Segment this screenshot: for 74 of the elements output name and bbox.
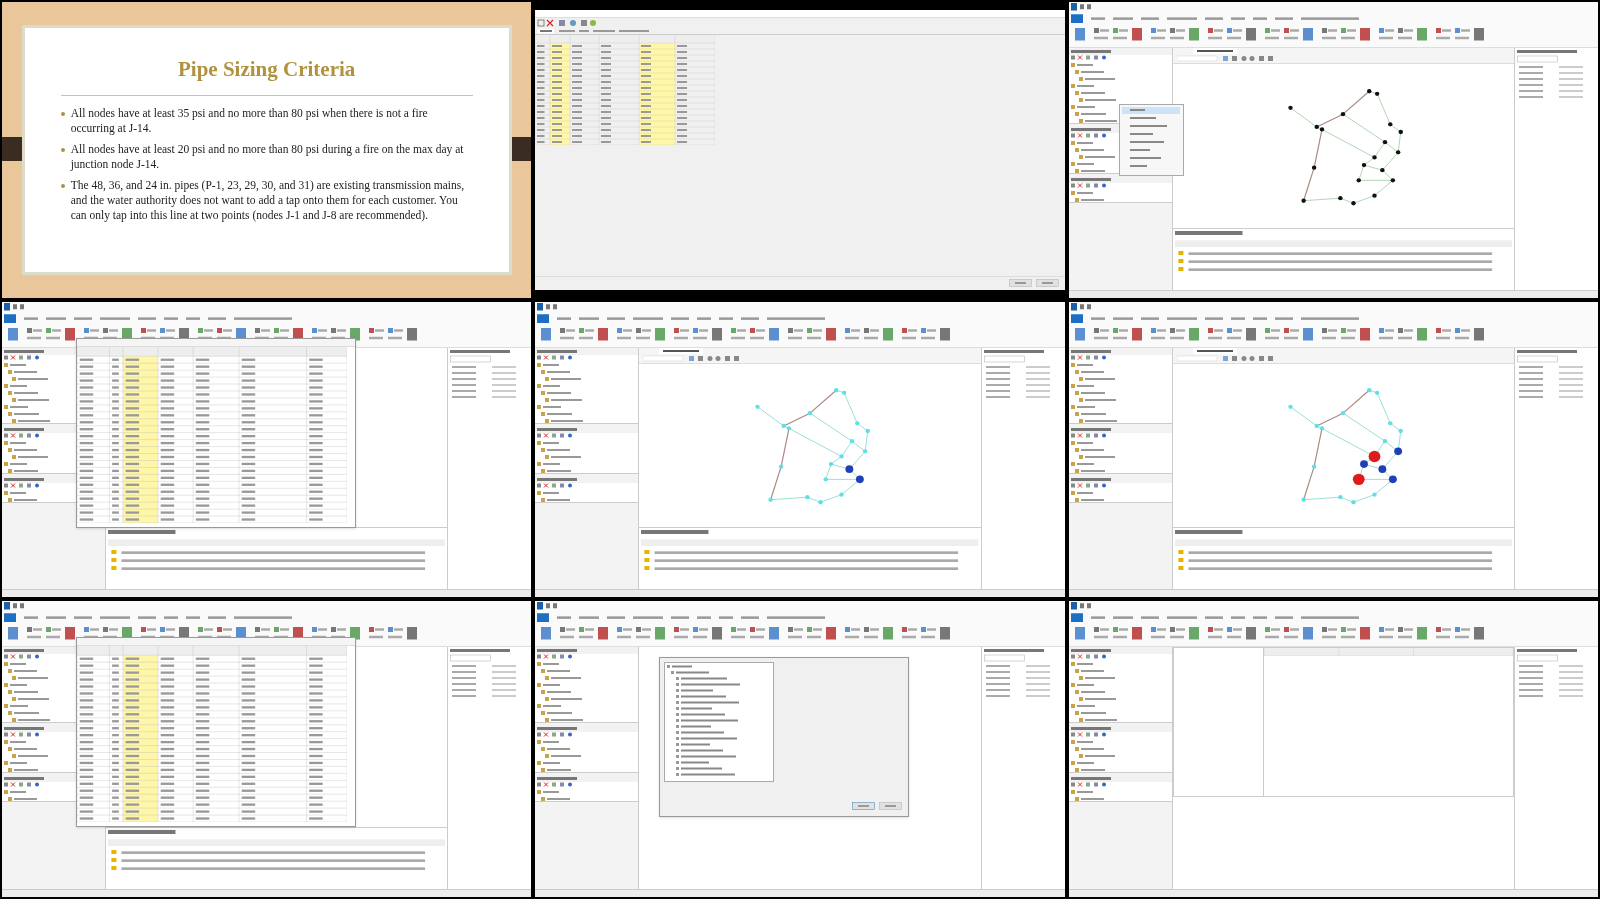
tree-drawing bbox=[537, 790, 571, 802]
toolbar-icons-drawing bbox=[537, 19, 598, 27]
panel-title-drawing bbox=[4, 777, 44, 781]
toolbar-icons-drawing bbox=[1070, 432, 1107, 438]
dialog-buttons-drawing bbox=[852, 802, 903, 811]
tree-drawing bbox=[1070, 362, 1117, 423]
tree-drawing bbox=[4, 490, 37, 502]
panel-title-drawing bbox=[537, 727, 578, 731]
tree-drawing bbox=[1070, 490, 1104, 502]
panel-title-drawing bbox=[1070, 427, 1111, 431]
toolbar-icons-drawing bbox=[1070, 354, 1107, 360]
panel-title-drawing bbox=[1070, 178, 1111, 181]
toolbar-icons-drawing bbox=[537, 432, 574, 438]
tree-drawing bbox=[537, 740, 582, 773]
tree-drawing bbox=[4, 740, 48, 773]
panel-title-drawing bbox=[1070, 128, 1111, 131]
tree-drawing bbox=[4, 440, 48, 473]
toolbar-icons-drawing bbox=[4, 354, 40, 360]
tree-drawing bbox=[537, 490, 571, 502]
tree-drawing bbox=[537, 440, 582, 473]
toolbar-icons-drawing bbox=[4, 782, 40, 788]
panel-title-drawing bbox=[1070, 477, 1111, 481]
toolbar-icons-drawing bbox=[4, 732, 40, 738]
toolbar-icons-drawing bbox=[4, 482, 40, 488]
panel-title-drawing bbox=[4, 349, 44, 353]
panel-title-drawing bbox=[537, 649, 578, 653]
context-menu[interactable] bbox=[1118, 104, 1184, 176]
tree-drawing bbox=[1070, 141, 1115, 173]
toolbar-icons-drawing bbox=[537, 782, 574, 788]
tree-drawing bbox=[4, 362, 50, 423]
toolbar-icons-drawing bbox=[1070, 482, 1107, 488]
tree-drawing bbox=[1070, 790, 1104, 802]
panel-title-drawing bbox=[4, 477, 44, 481]
bullet-text: All nodes have at least 35 psi and no more than 80 psi when there is not a fire occurring at J-14. bbox=[70, 106, 429, 137]
panel-title-drawing bbox=[1070, 777, 1111, 781]
tree-drawing bbox=[1070, 740, 1115, 773]
toolbar-icons-drawing bbox=[537, 482, 574, 488]
bullet-icon bbox=[60, 184, 65, 189]
panel-title-drawing bbox=[537, 777, 578, 781]
toolbar-icons-drawing bbox=[1070, 782, 1107, 788]
panel-title-drawing bbox=[4, 727, 44, 731]
panel-title-drawing bbox=[1070, 649, 1111, 653]
bullet-text: The 48, 36, and 24 in. pipes (P-1, 23, 29, 30, and 31) are existing transmission mains, and the water authority does not want to add a tap onto them for each customer. You can only tap into this line at two points (nodes J-1 and J-8 are recommended). bbox=[70, 178, 466, 224]
tree-drawing bbox=[4, 662, 50, 723]
toolbar-icons-drawing bbox=[4, 654, 40, 660]
slide-title: Pipe Sizing Criteria bbox=[177, 55, 357, 83]
tree-drawing bbox=[4, 790, 37, 802]
tree-drawing bbox=[537, 362, 584, 423]
panel-title-drawing bbox=[4, 649, 44, 653]
toolbar-icons-drawing bbox=[1070, 732, 1107, 738]
tree-drawing bbox=[1070, 63, 1117, 123]
toolbar-icons-drawing bbox=[537, 354, 574, 360]
panel-title-drawing bbox=[1070, 727, 1111, 731]
toolbar-icons-drawing bbox=[1070, 55, 1107, 60]
tree-drawing bbox=[537, 662, 584, 723]
toolbar-icons-drawing bbox=[1070, 654, 1107, 660]
toolbar-icons-drawing bbox=[1070, 183, 1107, 188]
panel-title-drawing bbox=[537, 349, 578, 353]
toolbar-icons-drawing bbox=[537, 654, 574, 660]
tree-drawing bbox=[1070, 191, 1104, 202]
bullet-text: All nodes have at least 20 psi and no more than 80 psi during a fire on the max day at junction node J-14. bbox=[70, 142, 465, 173]
panel-title-drawing bbox=[4, 427, 44, 431]
toolbar-icons-drawing bbox=[537, 732, 574, 738]
tree-drawing bbox=[1070, 440, 1115, 473]
panel-title-drawing bbox=[537, 477, 578, 481]
panel-title-drawing bbox=[537, 427, 578, 431]
dialog-buttons-drawing bbox=[1008, 279, 1059, 288]
panel-title-drawing bbox=[1070, 349, 1111, 353]
bullet-icon bbox=[60, 112, 65, 117]
bullet-icon bbox=[60, 148, 65, 153]
toolbar-icons-drawing bbox=[1070, 133, 1107, 138]
panel-title-drawing bbox=[1070, 50, 1111, 53]
tree-drawing bbox=[1070, 662, 1117, 723]
toolbar-icons-drawing bbox=[4, 432, 40, 438]
